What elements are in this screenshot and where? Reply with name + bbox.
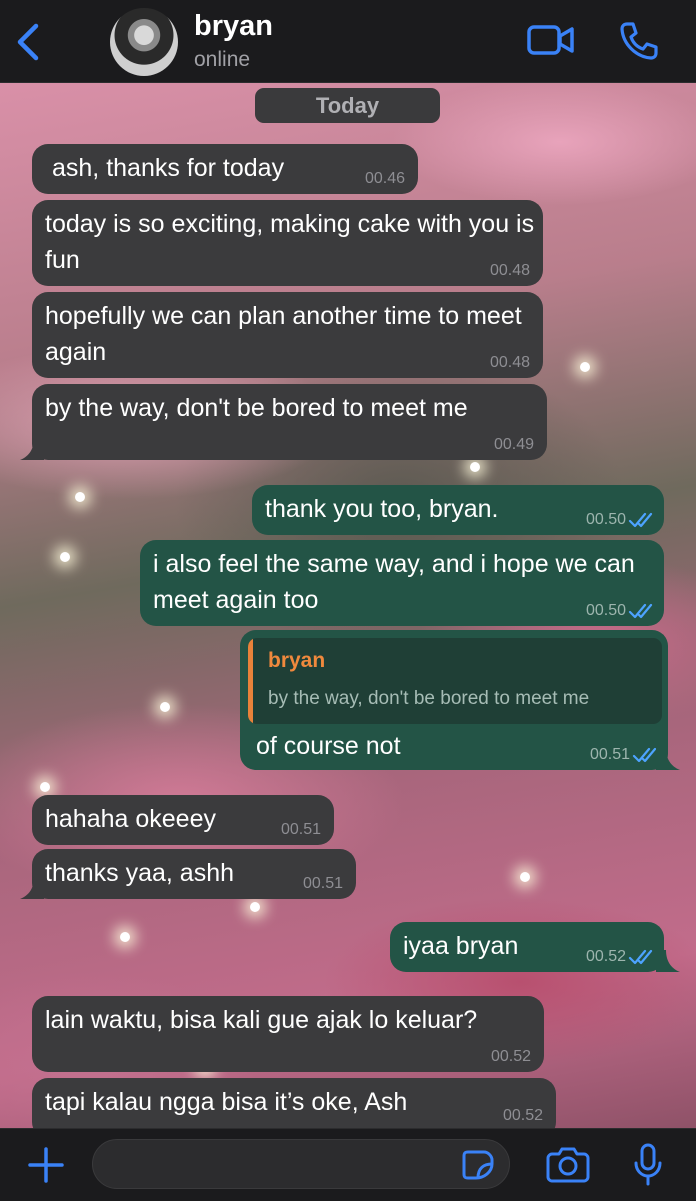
wallpaper-sparkle	[580, 362, 590, 372]
double-check-icon	[628, 512, 653, 528]
message-incoming[interactable]: thanks yaa, ashh 00.51	[32, 849, 356, 899]
message-incoming[interactable]: hahaha okeeey 00.51	[32, 795, 334, 845]
voice-call-button[interactable]	[618, 20, 660, 62]
bubble-tail	[20, 438, 44, 460]
plus-icon	[28, 1147, 64, 1183]
attach-button[interactable]	[26, 1145, 66, 1185]
wallpaper-sparkle	[160, 702, 170, 712]
voice-record-button[interactable]	[632, 1143, 664, 1187]
message-outgoing[interactable]: thank you too, bryan. 00.50	[252, 485, 664, 535]
wallpaper-sparkle	[250, 902, 260, 912]
quote-accent-bar	[248, 638, 253, 724]
message-time: 00.52	[502, 1107, 543, 1124]
date-separator: Today	[255, 88, 440, 123]
wallpaper-sparkle	[40, 782, 50, 792]
message-incoming[interactable]: hopefully we can plan another time to me…	[32, 292, 543, 378]
message-time: 00.49	[493, 436, 534, 453]
double-check-icon	[628, 603, 653, 619]
message-text: today is so exciting, making cake with y…	[45, 210, 535, 274]
video-camera-icon	[527, 25, 574, 55]
message-input[interactable]	[92, 1139, 510, 1189]
message-incoming[interactable]: today is so exciting, making cake with y…	[32, 200, 543, 286]
message-time: 00.48	[489, 354, 530, 371]
message-time: 00.51	[280, 821, 321, 838]
message-incoming[interactable]: by the way, don't be bored to meet me 00…	[32, 384, 547, 460]
message-text: by the way, don't be bored to meet me	[45, 394, 468, 422]
contact-name[interactable]: bryan	[194, 10, 273, 43]
double-check-icon	[632, 747, 657, 763]
bubble-tail	[656, 748, 680, 770]
message-text: hopefully we can plan another time to me…	[45, 302, 522, 366]
message-incoming[interactable]: tapi kalau ngga bisa it’s oke, Ash 00.52	[32, 1078, 556, 1128]
phone-icon	[620, 22, 658, 60]
sticker-button[interactable]	[462, 1150, 494, 1180]
message-outgoing[interactable]: i also feel the same way, and i hope we …	[140, 540, 664, 626]
quoted-author: bryan	[268, 649, 326, 672]
message-time: 00.50	[585, 602, 626, 619]
contact-status: online	[194, 48, 251, 71]
message-time: 00.48	[489, 262, 530, 279]
message-outgoing[interactable]: iyaa bryan 00.52	[390, 922, 664, 972]
message-time: 00.52	[585, 948, 626, 965]
wallpaper-sparkle	[120, 932, 130, 942]
chat-area[interactable]: Today ash, thanks for today 00.46 today …	[0, 82, 696, 1128]
microphone-icon	[634, 1143, 662, 1186]
quoted-text: by the way, don't be bored to meet me	[268, 688, 590, 709]
camera-button[interactable]	[546, 1145, 590, 1183]
wallpaper-sparkle	[470, 462, 480, 472]
message-text: thank you too, bryan.	[265, 495, 499, 523]
message-time: 00.46	[364, 170, 405, 187]
message-time: 00.51	[589, 746, 630, 763]
wallpaper-sparkle	[60, 552, 70, 562]
video-call-button[interactable]	[526, 22, 576, 58]
message-text: iyaa bryan	[403, 932, 519, 960]
back-button[interactable]	[12, 20, 48, 64]
wallpaper-sparkle	[520, 872, 530, 882]
sticker-icon	[462, 1150, 494, 1180]
message-text: ash, thanks for today	[52, 154, 285, 182]
message-incoming[interactable]: ash, thanks for today 00.46	[32, 144, 418, 194]
message-text: lain waktu, bisa kali gue ajak lo keluar…	[45, 1006, 478, 1034]
message-time: 00.50	[585, 511, 626, 528]
bubble-tail	[656, 950, 680, 972]
double-check-icon	[628, 949, 653, 965]
camera-icon	[546, 1147, 590, 1183]
contact-avatar[interactable]	[110, 8, 178, 76]
message-time: 00.52	[490, 1048, 531, 1065]
message-incoming[interactable]: lain waktu, bisa kali gue ajak lo keluar…	[32, 996, 544, 1072]
message-outgoing-reply[interactable]: bryan by the way, don't be bored to meet…	[240, 630, 668, 770]
wallpaper-sparkle	[75, 492, 85, 502]
message-input-bar	[0, 1128, 696, 1201]
message-text: thanks yaa, ashh	[45, 859, 235, 887]
chevron-left-icon	[17, 23, 39, 61]
message-text: tapi kalau ngga bisa it’s oke, Ash	[45, 1088, 408, 1116]
message-time: 00.51	[302, 875, 343, 892]
message-text: hahaha okeeey	[45, 805, 216, 833]
message-text: of course not	[256, 732, 401, 760]
quoted-message[interactable]: bryan by the way, don't be bored to meet…	[248, 638, 662, 724]
chat-header: bryan online	[0, 0, 696, 83]
bubble-tail	[20, 877, 44, 899]
message-text: i also feel the same way, and i hope we …	[153, 550, 635, 614]
